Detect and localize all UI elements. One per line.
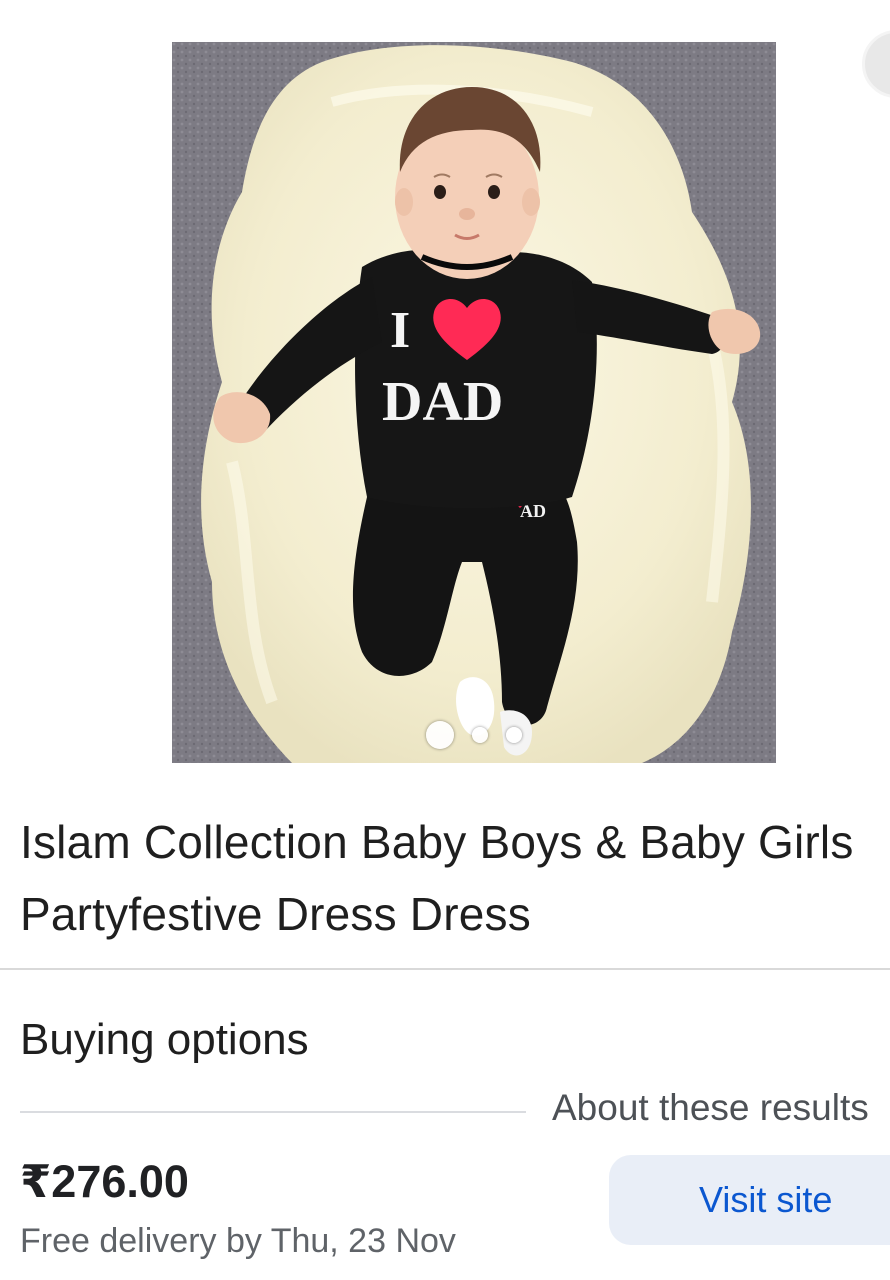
carousel-dot-1[interactable] (426, 721, 454, 749)
carousel-dot-2[interactable] (472, 727, 488, 743)
results-divider (20, 1111, 526, 1113)
product-image: AD I DAD (172, 42, 776, 763)
buying-options-heading: Buying options (20, 1015, 309, 1064)
product-image-carousel[interactable]: AD I DAD (172, 42, 776, 763)
carousel-indicators[interactable] (172, 721, 776, 749)
offer-price: ₹276.00 (20, 1156, 189, 1207)
product-detail-page: AD I DAD Islam Collection Baby Boys & Ba… (0, 0, 890, 1280)
shirt-print-line2: DAD (382, 371, 503, 433)
product-title: Islam Collection Baby Boys & Baby Girls … (20, 816, 854, 940)
visit-site-button[interactable]: Visit site (609, 1155, 890, 1245)
section-divider (0, 968, 890, 970)
about-these-results-link[interactable]: About these results (552, 1084, 869, 1132)
delivery-info: Free delivery by Thu, 23 Nov (20, 1222, 456, 1260)
shirt-print-line1: I (390, 302, 410, 359)
carousel-dot-3[interactable] (506, 727, 522, 743)
next-image-button[interactable] (862, 30, 890, 98)
